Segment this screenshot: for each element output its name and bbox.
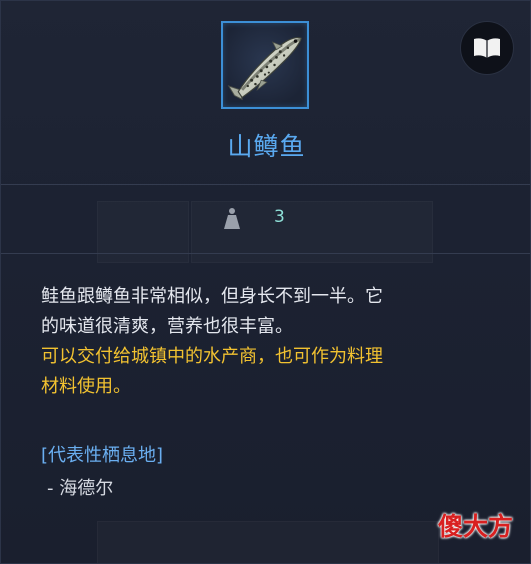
description-highlight-line: 材料使用。 [41,376,131,397]
divider [1,184,530,185]
weight-row: 3 [1,187,530,253]
encyclopedia-button[interactable] [460,21,514,75]
item-tooltip-panel: 山鳟鱼 3 鲑鱼跟鳟鱼非常相似，但身长不到一半。它 的味道很清爽，营养也很丰富。… [0,0,531,564]
item-icon-frame [221,21,309,109]
trout-fish-icon [227,36,302,101]
habitat-title: [代表性栖息地] [41,445,164,466]
open-book-icon [474,38,500,58]
weight-value: 3 [274,207,285,227]
description-highlight-line: 可以交付给城镇中的水产商，也可作为料理 [41,346,383,367]
item-name: 山鳟鱼 [227,132,306,161]
habitat-item: - 海德尔 [47,478,114,499]
watermark-logo: 傻大方 [438,512,514,541]
weight-icon [224,208,240,229]
divider [1,253,530,254]
description-line: 的味道很清爽，营养也很丰富。 [41,316,293,337]
background-ghost-ui [97,521,439,563]
description-line: 鲑鱼跟鳟鱼非常相似，但身长不到一半。它 [41,286,383,307]
item-description: 鲑鱼跟鳟鱼非常相似，但身长不到一半。它 的味道很清爽，营养也很丰富。 可以交付给… [41,282,501,402]
